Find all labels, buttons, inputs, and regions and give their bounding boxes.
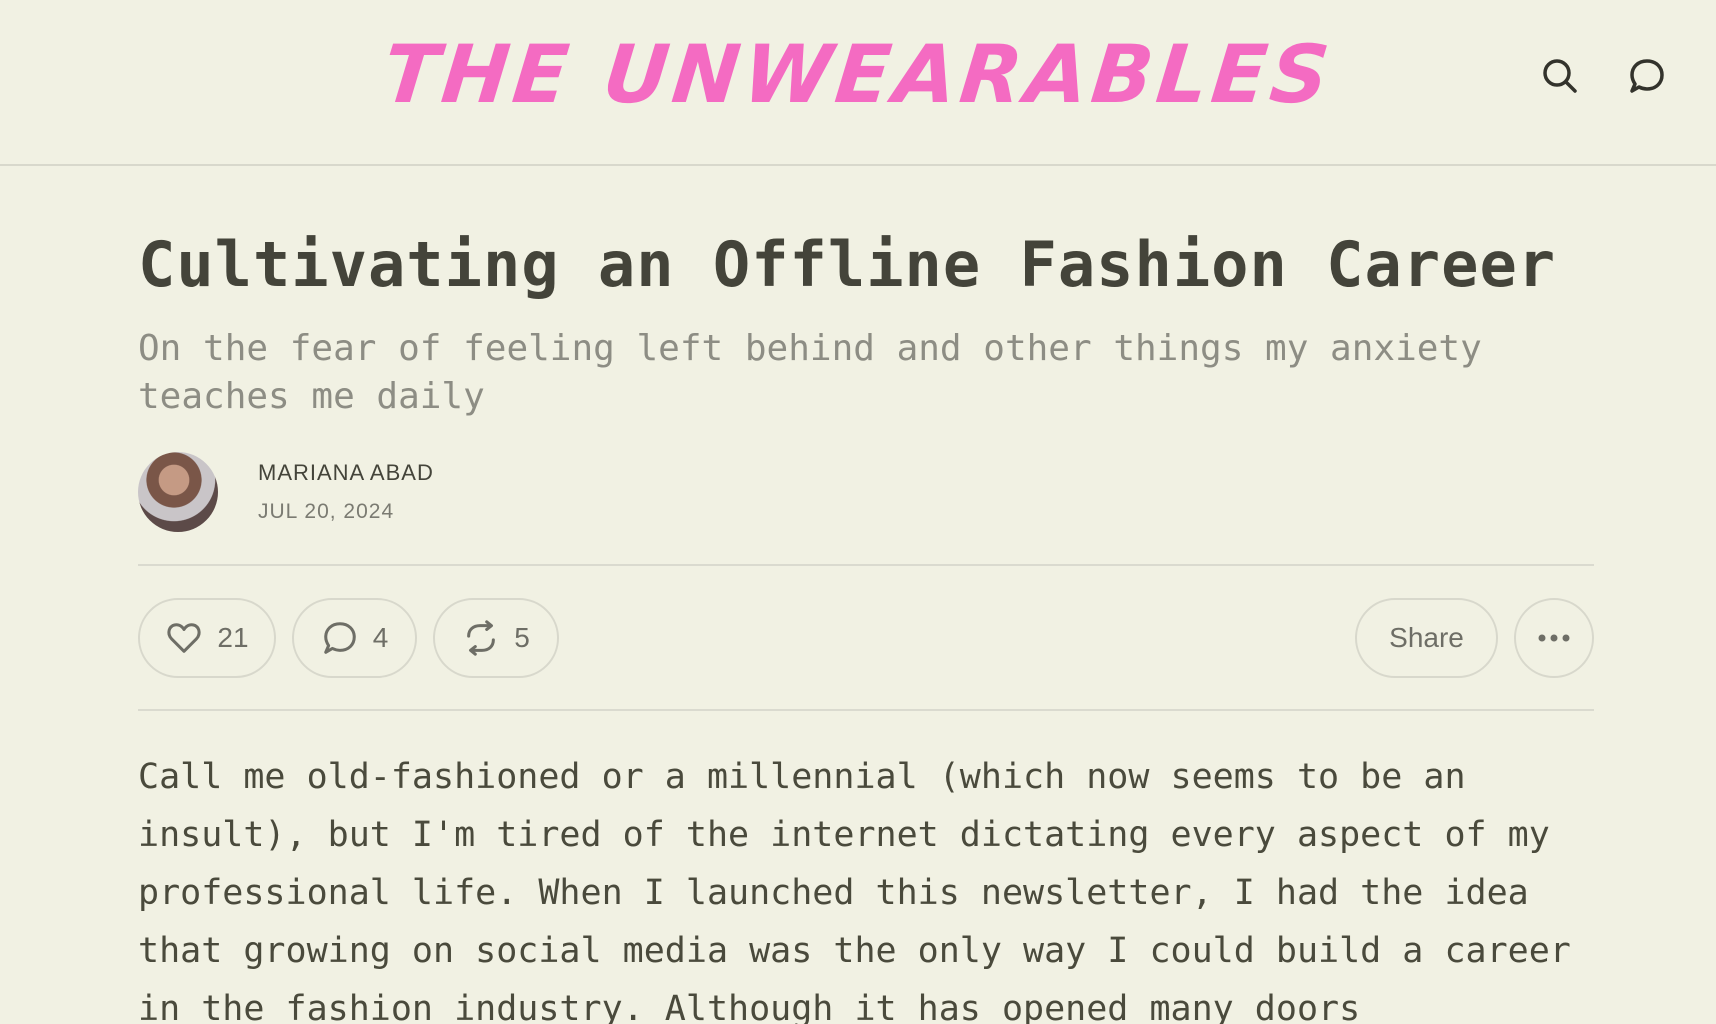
restack-icon xyxy=(467,620,496,656)
share-label: Share xyxy=(1389,622,1464,653)
comment-icon xyxy=(323,622,356,654)
post-date: JUL 20, 2024 xyxy=(258,500,395,523)
restack-button[interactable]: 5 xyxy=(433,598,559,678)
like-button[interactable]: 21 xyxy=(138,598,276,678)
more-options-button[interactable] xyxy=(1514,598,1594,678)
publication-logo[interactable]: THE UNWEARABLES xyxy=(0,28,1716,121)
search-icon[interactable] xyxy=(1536,52,1584,100)
comment-count: 4 xyxy=(372,622,389,653)
comment-button[interactable]: 4 xyxy=(292,598,417,678)
top-bar: THE UNWEARABLES xyxy=(0,0,1716,166)
post-body: Call me old-fashioned or a millennial (w… xyxy=(138,757,1571,1024)
heart-icon xyxy=(167,623,202,653)
post-subtitle: On the fear of feeling left behind and o… xyxy=(138,328,1482,417)
restack-count: 5 xyxy=(514,622,530,653)
divider xyxy=(138,564,1594,566)
post-title: Cultivating an Offline Fashion Career xyxy=(138,228,1557,301)
comment-icon[interactable] xyxy=(1623,52,1671,100)
author-avatar[interactable] xyxy=(138,452,218,532)
share-button[interactable]: Share xyxy=(1355,598,1498,678)
like-count: 21 xyxy=(217,622,249,653)
more-icon xyxy=(1538,634,1570,642)
author-name[interactable]: MARIANA ABAD xyxy=(258,460,434,486)
divider xyxy=(138,709,1594,711)
